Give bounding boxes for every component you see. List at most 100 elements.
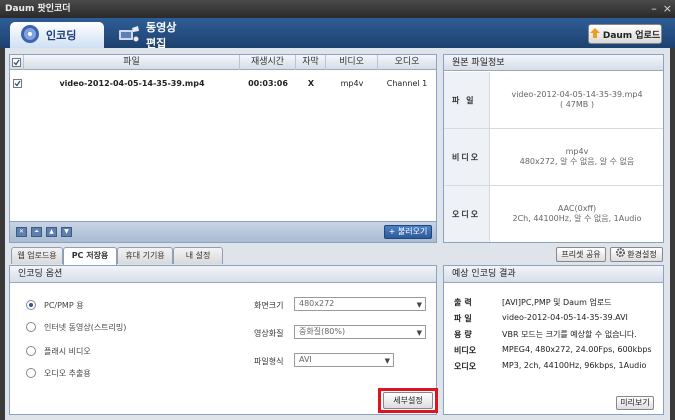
chevron-down-icon: ▼ xyxy=(416,329,422,337)
gear-icon xyxy=(616,248,626,261)
column-subtitle[interactable]: 자막 xyxy=(296,55,326,70)
result-size-row: 용량 VBR 모드는 크기를 예상할 수 없습니다. xyxy=(454,329,637,343)
radio-button[interactable] xyxy=(26,368,36,378)
tab-web-upload[interactable]: 웹 업로드용 xyxy=(11,247,63,264)
source-audio-codec: AAC(0xff) xyxy=(557,204,597,213)
result-video-row: 비디오 MPEG4, 480x272, 24.00Fps, 600kbps xyxy=(454,345,652,359)
radio-button-selected[interactable] xyxy=(26,300,36,310)
film-edit-icon xyxy=(118,25,140,46)
radio-audio-extract-label: 오디오 추출용 xyxy=(44,368,91,378)
move-top-icon[interactable]: ⏶ xyxy=(31,227,42,237)
source-video-detail: 480x272, 알 수 없음, 알 수 없음 xyxy=(519,157,635,166)
row-audio: Channel 1 xyxy=(386,79,428,88)
file-format-value: AVI xyxy=(299,355,312,364)
result-size-label: 용량 xyxy=(454,330,475,339)
row-subtitle: X xyxy=(307,79,315,88)
select-all-checkbox[interactable] xyxy=(10,55,24,70)
radio-pc-pmp-label: PC/PMP 용 xyxy=(44,300,84,310)
detail-settings-button[interactable]: 세부설정 xyxy=(383,392,433,409)
app-title: Daum 팟인코더 xyxy=(5,4,71,14)
radio-audio-extract[interactable]: 오디오 추출용 xyxy=(26,366,91,380)
tab-mobile-device[interactable]: 휴대 기기용 xyxy=(117,247,173,264)
source-video-codec: mp4v xyxy=(565,147,589,156)
result-output-label: 출력 xyxy=(454,298,475,307)
file-format-select[interactable]: AVI ▼ xyxy=(294,353,394,367)
result-file-value: video-2012-04-05-14-35-39.AVI xyxy=(502,313,628,322)
video-quality-label: 영상화질 xyxy=(254,329,284,338)
source-file-label: 파 일 xyxy=(444,72,490,128)
move-down-icon[interactable]: ▼ xyxy=(61,227,72,237)
preset-share-button[interactable]: 프리셋 공유 xyxy=(556,247,606,262)
source-file-row: 파 일 video-2012-04-05-14-35-39.mp4 ( 47MB… xyxy=(444,72,663,129)
tab-encoding[interactable]: 인코딩 xyxy=(10,22,104,48)
file-list-toolbar: ✕ ⏶ ▲ ▼ + 불러오기 xyxy=(10,221,436,242)
table-row[interactable]: video-2012-04-05-14-35-39.mp4 00:03:06 X… xyxy=(10,77,436,91)
result-audio-label: 오디오 xyxy=(454,362,477,371)
plus-icon: + xyxy=(388,227,398,236)
result-video-label: 비디오 xyxy=(454,346,477,355)
column-audio[interactable]: 오디오 xyxy=(378,55,436,70)
source-file-value: video-2012-04-05-14-35-39.mp4 ( 47MB ) xyxy=(494,72,660,128)
source-file-name: video-2012-04-05-14-35-39.mp4 xyxy=(511,90,643,99)
radio-button[interactable] xyxy=(26,346,36,356)
source-info-panel: 원본 파일정보 파 일 video-2012-04-05-14-35-39.mp… xyxy=(443,54,664,243)
screen-size-value: 480x272 xyxy=(299,299,335,308)
source-info-title: 원본 파일정보 xyxy=(444,55,663,71)
column-duration[interactable]: 재생시간 xyxy=(240,55,296,70)
row-video: mp4v xyxy=(340,79,364,88)
radio-flash-video[interactable]: 플래시 비디오 xyxy=(26,344,91,358)
window-title-bar: Daum 팟인코더 xyxy=(0,0,675,18)
chevron-down-icon: ▼ xyxy=(416,301,422,309)
tab-pc-save[interactable]: PC 저장용 xyxy=(63,247,117,265)
source-video-value: mp4v 480x272, 알 수 없음, 알 수 없음 xyxy=(494,129,660,185)
result-file-row: 파일 video-2012-04-05-14-35-39.AVI xyxy=(454,313,628,327)
radio-pc-pmp[interactable]: PC/PMP 용 xyxy=(26,298,84,312)
load-files-label: 불러오기 xyxy=(397,227,428,236)
result-audio-value: MP3, 2ch, 44100Hz, 96kbps, 1Audio xyxy=(502,361,647,370)
encoding-options-panel: 인코딩 옵션 PC/PMP 용 인터넷 동영상(스트리밍) 플래시 비디오 오디… xyxy=(9,265,437,415)
tab-video-edit-label: 동영상 편집 xyxy=(146,21,177,50)
environment-settings-label: 환경설정 xyxy=(627,250,657,259)
tab-video-edit[interactable]: 동영상 편집 xyxy=(108,21,200,50)
tab-encoding-label: 인코딩 xyxy=(46,29,77,42)
move-up-icon[interactable]: ▲ xyxy=(46,227,57,237)
result-video-value: MPEG4, 480x272, 24.00Fps, 600kbps xyxy=(502,345,652,354)
close-button[interactable]: × xyxy=(663,2,672,16)
source-file-size: ( 47MB ) xyxy=(560,100,594,109)
source-audio-detail: 2Ch, 44100Hz, 알 수 없음, 1Audio xyxy=(512,214,642,223)
environment-settings-button[interactable]: 환경설정 xyxy=(610,247,663,262)
tab-my-settings[interactable]: 내 설정 xyxy=(173,247,223,264)
remove-icon[interactable]: ✕ xyxy=(16,227,27,237)
chevron-down-icon: ▼ xyxy=(384,357,390,365)
result-size-value: VBR 모드는 크기를 예상할 수 없습니다. xyxy=(502,330,637,339)
preview-button[interactable]: 미리보기 xyxy=(616,396,654,410)
radio-button[interactable] xyxy=(26,322,36,332)
file-format-label: 파일형식 xyxy=(254,357,284,366)
video-quality-select[interactable]: 중화질(80%) ▼ xyxy=(294,325,426,339)
column-file[interactable]: 파일 xyxy=(24,55,240,70)
load-files-button[interactable]: + 불러오기 xyxy=(384,225,432,239)
column-video[interactable]: 비디오 xyxy=(326,55,378,70)
row-checkbox[interactable] xyxy=(10,77,24,91)
minimize-button[interactable]: – xyxy=(651,2,657,16)
radio-flash-video-label: 플래시 비디오 xyxy=(44,346,91,356)
source-video-row: 비디오 mp4v 480x272, 알 수 없음, 알 수 없음 xyxy=(444,129,663,186)
radio-internet-streaming[interactable]: 인터넷 동영상(스트리밍) xyxy=(26,320,126,334)
daum-upload-button[interactable]: Daum 업로드 xyxy=(588,24,662,44)
upload-arrow-icon xyxy=(589,27,600,41)
screen-size-label: 화면크기 xyxy=(254,301,284,310)
source-audio-row: 오디오 AAC(0xff) 2Ch, 44100Hz, 알 수 없음, 1Aud… xyxy=(444,186,663,242)
encoding-options-title: 인코딩 옵션 xyxy=(10,266,436,283)
row-file-name: video-2012-04-05-14-35-39.mp4 xyxy=(59,79,205,88)
source-video-label: 비디오 xyxy=(444,129,490,185)
result-audio-row: 오디오 MP3, 2ch, 44100Hz, 96kbps, 1Audio xyxy=(454,361,646,375)
row-duration: 00:03:06 xyxy=(248,79,288,88)
file-list-header: 파일 재생시간 자막 비디오 오디오 xyxy=(10,55,436,70)
expected-result-panel: 예상 인코딩 결과 출력 [AVI]PC,PMP 및 Daum 업로드 파일 v… xyxy=(443,265,664,415)
result-output-value: [AVI]PC,PMP 및 Daum 업로드 xyxy=(502,298,612,307)
expected-result-title: 예상 인코딩 결과 xyxy=(444,266,663,283)
result-file-label: 파일 xyxy=(454,314,475,323)
file-list: 파일 재생시간 자막 비디오 오디오 video-2012-04-05-14-3… xyxy=(9,54,437,243)
video-quality-value: 중화질(80%) xyxy=(299,327,346,336)
screen-size-select[interactable]: 480x272 ▼ xyxy=(294,297,426,311)
